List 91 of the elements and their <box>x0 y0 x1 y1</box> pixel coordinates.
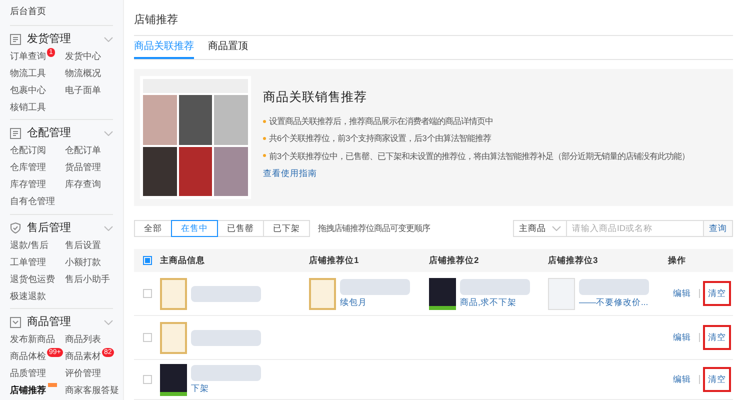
product-name[interactable]: ——不要修改价... <box>579 296 649 308</box>
section-title[interactable]: 发货管理 <box>27 30 71 48</box>
action-link[interactable]: 清空 <box>703 325 731 350</box>
bullet-text: 设置商品关联推荐后，推荐商品展示在消费者端的商品详情页中 <box>269 114 493 128</box>
section-title[interactable]: 仓配管理 <box>27 125 71 142</box>
product-thumbnail <box>160 322 187 354</box>
bullet-text: 共6个关联推荐位，前3个支持商家设置，后3个由算法智能推荐 <box>269 132 491 145</box>
tab[interactable]: 商品置顶 <box>208 36 248 60</box>
section-title[interactable]: 商品管理 <box>27 314 71 331</box>
sidebar-item[interactable]: 电子面单 <box>65 84 101 97</box>
bullet-icon <box>263 154 266 158</box>
product-name[interactable]: 商品,求不下架 <box>460 296 530 308</box>
sidebar-item[interactable]: 库存查询 <box>65 178 101 192</box>
sidebar-item[interactable]: 售后设置 <box>65 238 101 252</box>
guide-link[interactable]: 查看使用指南 <box>263 167 690 180</box>
action-link[interactable]: 编辑 <box>668 325 696 350</box>
sidebar-item[interactable]: 商品素材 <box>65 350 101 364</box>
sidebar-item[interactable]: 订单查询 <box>10 50 46 63</box>
product-thumbnail <box>429 278 456 310</box>
sidebar-item[interactable]: 店铺推荐 <box>10 384 46 398</box>
sidebar-item[interactable]: 仓库管理 <box>10 161 46 174</box>
section-title[interactable]: 售后管理 <box>27 220 71 236</box>
row-checkbox[interactable] <box>142 375 152 384</box>
sidebar-item[interactable]: 货品管理 <box>65 161 101 174</box>
column-header: 主商品信息 <box>160 255 205 266</box>
column-header: 操作 <box>668 255 686 266</box>
chevron-icon[interactable] <box>104 36 113 42</box>
sidebar-item[interactable]: 评价管理 <box>65 367 101 380</box>
document-icon <box>10 34 21 44</box>
column-header: 店铺推荐位2 <box>429 255 479 266</box>
sidebar-item[interactable]: 小额打款 <box>65 256 101 269</box>
blurred-text <box>191 330 261 346</box>
sidebar-item[interactable]: 物流概况 <box>65 66 101 80</box>
sidebar-item[interactable]: 仓配订阅 <box>10 144 46 158</box>
row-checkbox[interactable] <box>142 333 152 342</box>
row-checkbox[interactable] <box>142 289 152 298</box>
box-icon <box>10 317 21 328</box>
hint-text: 拖拽店铺推荐位商品可变更顺序 <box>318 222 430 235</box>
sidebar-item[interactable]: 品质管理 <box>10 367 46 380</box>
search-field[interactable]: 请输入商品ID或名称 <box>566 220 704 237</box>
filter-tab[interactable]: 已下架 <box>263 220 310 237</box>
filter-tab[interactable]: 已售罄 <box>217 220 264 237</box>
sidebar-item[interactable]: 极速退款 <box>10 290 46 303</box>
sidebar-item[interactable]: 商品体检 <box>10 350 46 364</box>
search-button[interactable]: 查询 <box>703 220 733 237</box>
sidebar-link[interactable]: 后台首页 <box>10 4 113 26</box>
chevron-icon[interactable] <box>104 226 113 230</box>
action-link[interactable]: 编辑 <box>668 367 696 392</box>
chevron-icon[interactable] <box>104 131 113 136</box>
bullet-icon <box>263 137 266 140</box>
blurred-text <box>579 278 649 295</box>
product-thumbnail <box>160 364 187 396</box>
sidebar-item[interactable]: 发货中心 <box>65 50 101 63</box>
sidebar-item[interactable]: 售后小助手 <box>65 272 110 286</box>
product-thumbnail <box>548 278 575 310</box>
sidebar-item[interactable]: 商家客服答疑 <box>65 384 119 398</box>
action-link[interactable]: 编辑 <box>668 281 696 306</box>
chevron-icon[interactable] <box>104 320 113 325</box>
document-icon <box>10 128 21 139</box>
bullet-icon <box>263 120 266 123</box>
scope-select[interactable]: 主商品 <box>513 220 567 237</box>
shield-icon <box>10 222 21 234</box>
blurred-text <box>191 286 261 302</box>
column-header: 店铺推荐位1 <box>309 255 359 266</box>
sidebar-item[interactable]: 发布新商品 <box>10 333 55 346</box>
bullet-text: 前3个关联推荐位中，已售罄、已下架和未设置的推荐位，将由算法智能推荐补足（部分近期无销量的店铺没有此功能） <box>269 150 690 162</box>
banner-title: 商品关联销售推荐 <box>263 89 368 106</box>
sidebar-item[interactable]: 商品列表 <box>65 333 101 346</box>
product-thumbnail <box>309 278 336 310</box>
sidebar-item[interactable]: 退货包运费 <box>10 272 55 286</box>
page-title: 店铺推荐 <box>134 0 733 36</box>
product-thumbnail <box>160 278 187 310</box>
sidebar-item[interactable]: 退款/售后 <box>10 238 49 252</box>
header-checkbox[interactable] <box>142 256 152 265</box>
product-name[interactable]: 下架 <box>191 382 261 394</box>
blurred-text <box>460 278 530 295</box>
action-link[interactable]: 清空 <box>703 281 731 306</box>
blurred-text <box>340 278 410 295</box>
sidebar-item[interactable]: 包裹中心 <box>10 84 46 97</box>
sidebar-item[interactable]: 核销工具 <box>10 100 46 114</box>
filter-tab[interactable]: 全部 <box>134 220 172 237</box>
sidebar-item[interactable]: 仓配订单 <box>65 144 101 158</box>
chevron-icon[interactable] <box>552 226 561 231</box>
sidebar-item[interactable]: 物流工具 <box>10 66 46 80</box>
sidebar-item[interactable]: 自有仓管理 <box>10 195 55 208</box>
blurred-text <box>191 364 261 381</box>
sidebar-item[interactable]: 库存管理 <box>10 178 46 192</box>
sidebar-item[interactable]: 工单管理 <box>10 256 46 269</box>
action-link[interactable]: 清空 <box>703 367 731 392</box>
product-name[interactable]: 续包月 <box>340 296 410 308</box>
column-header: 店铺推荐位3 <box>548 255 598 266</box>
